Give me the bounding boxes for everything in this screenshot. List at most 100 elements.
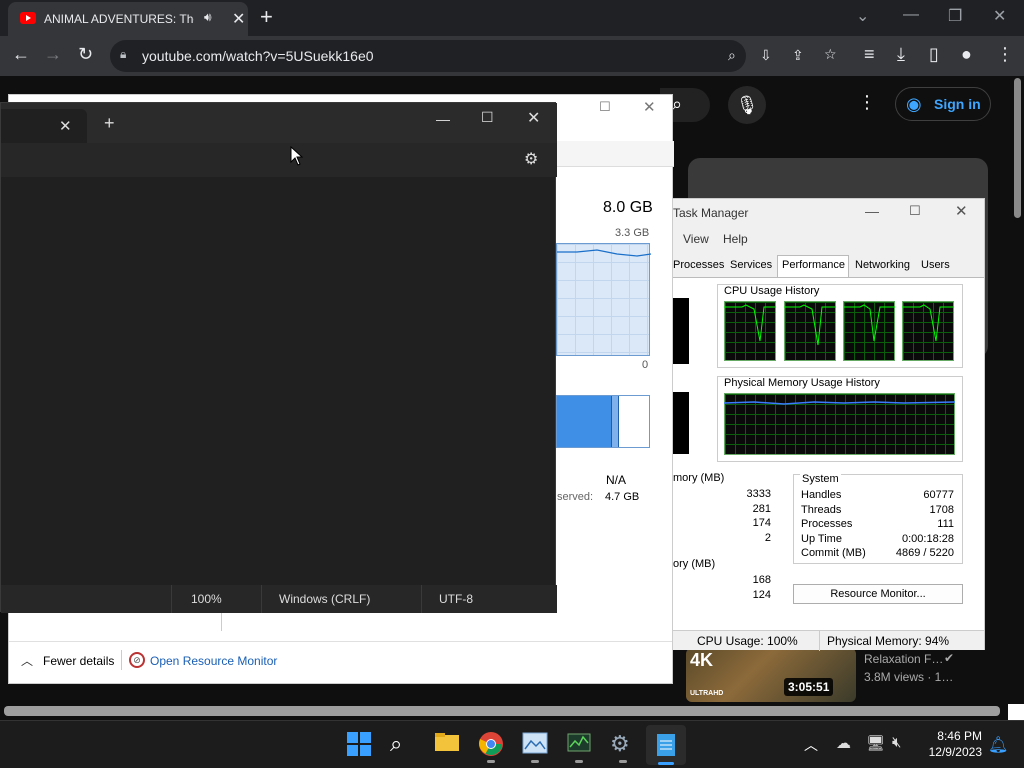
running-indicator (619, 760, 627, 763)
notepad-window: ✕ + — ☐ ✕ ⚙ 100% Windows (CRLF) UTF-8 (0, 102, 557, 613)
share-icon[interactable]: ⇪ (792, 47, 804, 64)
tab-services[interactable]: Services (730, 259, 772, 271)
running-indicator (531, 760, 539, 763)
media-queue-icon[interactable]: ≡ (864, 44, 875, 65)
notepad-tab-close-icon[interactable]: ✕ (59, 117, 72, 135)
tab-networking[interactable]: Networking (855, 259, 910, 271)
lock-icon[interactable]: 🔒︎ (120, 47, 126, 62)
tm1-close-button[interactable]: ✕ (643, 98, 656, 116)
tm-minimize-button[interactable]: — (865, 203, 879, 219)
memory-value-4: 2 (764, 532, 771, 544)
performance-panel: CPU Usage History Physical Memory Usage … (673, 277, 984, 630)
forward-icon[interactable]: → (44, 44, 62, 65)
windows-taskbar: ⌕ ⚙ ︿ ☁ 🖥︎ 🔇︎ 8:46 PM 12/9/2023 🔔︎ (0, 720, 1024, 768)
notepad-text-area[interactable] (1, 177, 555, 585)
side-panel-icon[interactable]: ▯ (929, 44, 939, 65)
memory-modified-block (611, 396, 619, 447)
tm1-maximize-button[interactable]: ☐ (599, 99, 611, 115)
partial-graph-left-2 (673, 392, 689, 454)
status-divider-3 (421, 585, 422, 613)
notepad-encoding[interactable]: UTF-8 (439, 592, 473, 606)
running-indicator (487, 760, 495, 763)
windows-logo-svg (347, 732, 371, 756)
memory-history-group: Physical Memory Usage History (717, 376, 963, 462)
chrome-menu-icon[interactable]: ⋮ (996, 44, 1014, 65)
microphone-icon[interactable]: 🎙︎ (728, 86, 766, 124)
task-manager-app-icon[interactable] (566, 731, 592, 763)
tm1-footer: ︿ Fewer details ⊘ Open Resource Monitor (9, 641, 672, 683)
address-bar[interactable]: 🔒︎ youtube.com/watch?v=5USuekk16e0 ⌕ ⇩ ⇪… (110, 40, 837, 72)
memory-value-3: 174 (752, 517, 771, 529)
speaker-muted-icon[interactable]: 🔇︎ (892, 734, 901, 751)
badge-4k: 4K (690, 650, 714, 670)
open-resource-monitor-link[interactable]: Open Resource Monitor (150, 654, 277, 668)
install-icon[interactable]: ⇩ (760, 47, 772, 64)
back-icon[interactable]: ← (12, 44, 30, 65)
tab-processes[interactable]: Processes (673, 259, 724, 271)
cpu-history-label: CPU Usage History (722, 285, 822, 297)
notepad-settings-gear-icon[interactable]: ⚙ (524, 149, 538, 169)
notepad-maximize-button[interactable]: ☐ (481, 109, 494, 126)
settings-kebab-icon[interactable]: ⋮ (858, 92, 876, 113)
system-label-threads: Threads (801, 504, 842, 516)
chevron-up-icon[interactable]: ︿ (804, 735, 818, 755)
video-thumbnail[interactable]: 4K ULTRAHD 3:05:51 (686, 648, 856, 702)
resource-monitor-button[interactable]: Resource Monitor... (793, 584, 963, 604)
page-scrollbar-thumb[interactable] (1014, 78, 1021, 218)
system-label-handles: Handles (801, 489, 842, 501)
notepad-close-button[interactable]: ✕ (527, 108, 540, 128)
settings-gear-icon[interactable]: ⚙ (610, 731, 636, 763)
notepad-minimize-button[interactable]: — (436, 111, 450, 127)
memory2-section-label: ory (MB) (673, 558, 716, 570)
zoom-search-icon[interactable]: ⌕ (728, 47, 736, 64)
file-explorer-icon[interactable] (434, 731, 460, 757)
tm-close-button[interactable]: ✕ (955, 202, 968, 220)
close-window-button[interactable]: ✕ (993, 6, 1006, 26)
reload-icon[interactable]: ↻ (78, 44, 93, 65)
menu-help[interactable]: Help (723, 232, 748, 246)
new-tab-button[interactable]: + (260, 4, 273, 30)
notepad-zoom[interactable]: 100% (191, 592, 222, 606)
youtube-favicon-icon (20, 12, 36, 24)
minimize-button[interactable]: — (903, 6, 919, 24)
photos-app-icon[interactable] (522, 731, 548, 763)
tab-search-chevron-icon[interactable]: ⌄ (856, 6, 869, 26)
chevron-up-icon[interactable]: ︿ (21, 652, 33, 669)
badge-ultrahd: ULTRAHD (690, 690, 724, 697)
search-icon[interactable]: ⌕ (390, 731, 416, 757)
bookmark-star-icon[interactable]: ☆ (824, 46, 837, 63)
clock-time[interactable]: 8:46 PM (920, 729, 982, 743)
fewer-details-link[interactable]: Fewer details (43, 654, 114, 668)
browser-tab-strip: ANIMAL ADVENTURES: The / 🔊︎ ✕ + ⌄ — ❐ ✕ (0, 0, 1024, 36)
sign-in-label: Sign in (934, 96, 981, 112)
tm-maximize-button[interactable]: ☐ (909, 203, 921, 219)
horizontal-scrollbar[interactable] (4, 706, 1000, 716)
speaker-icon[interactable]: 🔊︎ (204, 10, 212, 25)
tab-users[interactable]: Users (921, 259, 950, 271)
tab-performance[interactable]: Performance (777, 255, 849, 277)
notepad-line-ending[interactable]: Windows (CRLF) (279, 592, 370, 606)
reserved-label: served: (557, 491, 594, 503)
notepad-tab-bar: ✕ + — ☐ ✕ (1, 103, 557, 143)
start-button-windows-icon[interactable] (346, 731, 372, 757)
system-label-processes: Processes (801, 518, 853, 530)
cloud-offline-icon[interactable]: ☁ (836, 734, 851, 752)
browser-tab[interactable]: ANIMAL ADVENTURES: The / 🔊︎ ✕ (8, 2, 248, 36)
notification-bell-icon[interactable]: 🔔︎ (988, 735, 1008, 755)
sign-in-button[interactable]: ◉ Sign in (895, 87, 991, 121)
profile-icon[interactable]: ● (961, 44, 972, 65)
notepad-tab[interactable]: ✕ (1, 109, 87, 143)
notepad-new-tab-button[interactable]: + (104, 113, 115, 134)
chrome-icon[interactable] (478, 731, 504, 763)
notepad-taskbar-active[interactable] (646, 725, 686, 765)
menu-view[interactable]: View (683, 232, 709, 246)
downloads-icon[interactable]: ⤓ (897, 44, 905, 65)
network-icon[interactable]: 🖥︎ (866, 734, 885, 752)
tab-close-icon[interactable]: ✕ (232, 9, 245, 29)
restore-button[interactable]: ❐ (948, 6, 962, 26)
page-scrollbar[interactable] (1012, 76, 1024, 720)
status-divider (819, 631, 820, 651)
graph-min-label: 0 (642, 359, 649, 371)
video-title[interactable]: Relaxation F… (864, 652, 943, 666)
clock-date[interactable]: 12/9/2023 (916, 745, 982, 759)
